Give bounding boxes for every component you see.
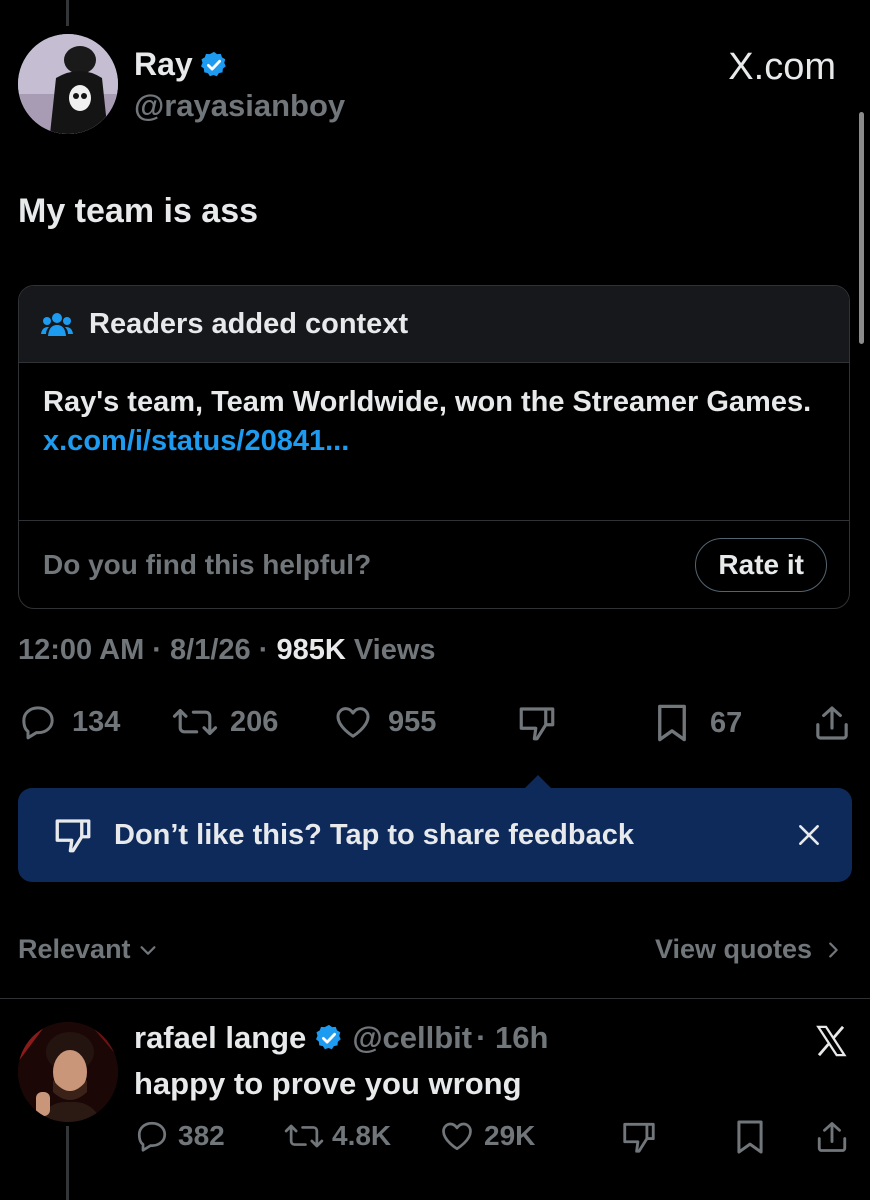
reply-time: · 16h <box>476 1020 549 1055</box>
close-icon[interactable] <box>796 822 822 848</box>
thread-line-bottom <box>66 1126 69 1200</box>
feedback-pointer <box>524 775 552 789</box>
reply-like-button[interactable]: 29K <box>438 1118 535 1154</box>
reply-bookmark-button[interactable] <box>734 1118 766 1156</box>
dislike-icon <box>519 707 555 741</box>
reply-reply-button[interactable]: 382 <box>134 1118 225 1154</box>
scrollbar[interactable] <box>859 112 864 344</box>
reply-button[interactable]: 134 <box>18 702 120 742</box>
verified-badge-icon <box>316 1024 342 1050</box>
reply-icon <box>22 706 54 740</box>
bookmark-button[interactable]: 67 <box>654 702 742 744</box>
author-name-row[interactable]: Ray <box>134 46 229 83</box>
reply-actions: 382 4.8K 29K <box>134 1118 852 1162</box>
author-name[interactable]: Ray <box>134 46 193 83</box>
bookmark-icon <box>737 1120 763 1154</box>
community-note-link[interactable]: x.com/i/status/20841... <box>43 421 825 461</box>
sort-dropdown[interactable]: Relevant <box>18 934 159 965</box>
replies-sort-bar: Relevant View quotes <box>18 932 852 972</box>
reply-avatar[interactable] <box>18 1022 118 1122</box>
feedback-text[interactable]: Don’t like this? Tap to share feedback <box>114 819 634 852</box>
feedback-banner[interactable]: Don’t like this? Tap to share feedback <box>18 788 852 882</box>
helpful-question: Do you find this helpful? <box>43 549 372 580</box>
reply-repost-button[interactable]: 4.8K <box>284 1118 391 1154</box>
x-logo-icon <box>816 1025 847 1057</box>
tweet-meta: 12:00 AM · 8/1/26 · 985K Views <box>18 634 436 667</box>
tweet-timestamp[interactable]: 12:00 AM · 8/1/26 · <box>18 634 276 666</box>
community-note-footer: Do you find this helpful? Rate it <box>19 521 849 608</box>
chevron-down-icon <box>140 945 156 955</box>
views-label: Views <box>345 634 436 666</box>
reply-count: 134 <box>72 705 121 738</box>
reply-share-button[interactable] <box>814 1118 850 1156</box>
sort-label: Relevant <box>18 934 131 964</box>
reply-like-count: 29K <box>484 1120 536 1151</box>
section-divider <box>0 998 870 999</box>
verified-badge-icon <box>200 51 226 76</box>
views-count: 985K <box>276 634 346 666</box>
community-note-header: Readers added context <box>19 286 849 363</box>
community-note-body: Ray's team, Team Worldwide, won the Stre… <box>19 363 849 521</box>
community-note-title: Readers added context <box>89 307 409 340</box>
view-quotes-label: View quotes <box>654 934 812 964</box>
reply-author-handle[interactable]: @cellbit <box>352 1020 472 1056</box>
like-button[interactable]: 955 <box>332 702 436 742</box>
share-icon <box>817 1122 847 1152</box>
x-brand: X.com <box>728 46 836 89</box>
reply-author-name[interactable]: rafael lange <box>134 1020 306 1056</box>
chevron-right-icon <box>829 941 838 958</box>
repost-icon <box>284 1124 324 1148</box>
view-quotes-link[interactable]: View quotes <box>655 934 844 965</box>
people-icon <box>41 313 73 336</box>
x-logo-text: X.com <box>728 46 836 88</box>
repost-count: 206 <box>230 705 279 738</box>
bookmark-icon <box>658 704 686 742</box>
repost-button[interactable]: 206 <box>172 702 278 742</box>
dislike-icon <box>55 819 91 853</box>
reply-repost-count: 4.8K <box>332 1120 392 1151</box>
community-note-card: Readers added context Ray's team, Team W… <box>18 285 850 609</box>
reply-text: happy to prove you wrong <box>134 1066 522 1101</box>
reply-header: rafael lange @cellbit · 16h <box>134 1020 548 1056</box>
community-note-text: Ray's team, Team Worldwide, won the Stre… <box>43 386 812 418</box>
tweet-actions: 134 206 955 67 <box>18 702 852 752</box>
like-count: 955 <box>388 705 437 738</box>
dislike-button[interactable] <box>516 702 558 744</box>
dislike-icon <box>623 1122 655 1153</box>
share-button[interactable] <box>812 702 852 744</box>
tweet-text: My team is ass <box>18 192 259 230</box>
thread-line-top <box>66 0 69 26</box>
rate-it-button[interactable]: Rate it <box>695 538 827 592</box>
reply-reply-count: 382 <box>178 1120 225 1151</box>
like-icon <box>442 1122 472 1151</box>
repost-icon <box>172 708 218 736</box>
author-avatar[interactable] <box>18 34 118 134</box>
bookmark-count: 67 <box>710 706 743 739</box>
share-icon <box>816 706 848 740</box>
like-icon <box>336 707 370 738</box>
reply-dislike-button[interactable] <box>620 1118 658 1156</box>
reply-icon <box>137 1121 167 1152</box>
author-handle[interactable]: @rayasianboy <box>134 88 345 124</box>
